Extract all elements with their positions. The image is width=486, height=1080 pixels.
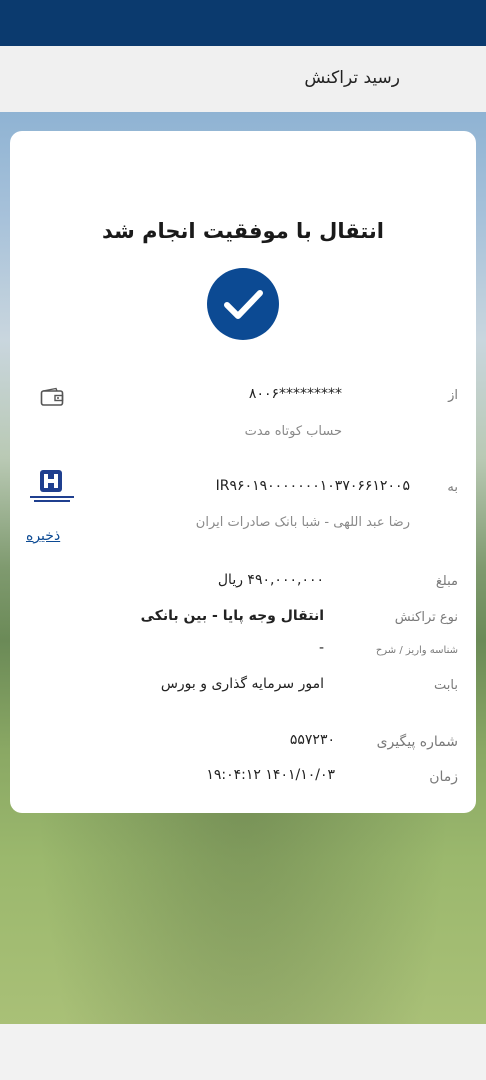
to-label: به xyxy=(447,480,458,495)
time-label: زمان xyxy=(429,769,458,785)
success-check-icon xyxy=(207,268,279,340)
deposit-id-value: - xyxy=(318,640,324,656)
to-owner-bank: رضا عبد اللهی - شبا بانک صادرات ایران xyxy=(195,515,410,530)
transaction-type-label: نوع تراکنش xyxy=(394,610,458,625)
amount-value: ۴۹۰,۰۰۰,۰۰۰ ریال xyxy=(217,572,324,588)
page-title: رسید تراکنش xyxy=(304,68,400,88)
to-iban: IR۹۶۰۱۹۰۰۰۰۰۰۰۱۰۳۷۰۶۶۱۲۰۰۵ xyxy=(215,478,410,494)
from-account: *********۸۰۰۶ xyxy=(248,386,342,402)
time-value: ۱۴۰۱/۱۰/۰۳ ۱۹:۰۴:۱۲ xyxy=(206,767,335,783)
tracking-value: ۵۵۷۲۳۰ xyxy=(289,732,335,748)
bottom-area xyxy=(0,1024,486,1080)
status-bar xyxy=(0,0,486,46)
wallet-icon xyxy=(40,387,64,407)
purpose-value: امور سرمایه گذاری و بورس xyxy=(160,676,324,692)
from-account-type: حساب کوتاه مدت xyxy=(244,424,342,439)
app-header: رسید تراکنش xyxy=(0,46,486,113)
transaction-type-value: انتقال وجه پایا - بین بانکی xyxy=(140,608,324,624)
success-message: انتقال با موفقیت انجام شد xyxy=(101,219,384,243)
deposit-id-label: شناسه واریز / شرح xyxy=(375,645,458,656)
from-label: از xyxy=(448,388,458,403)
receipt-card: انتقال با موفقیت انجام شد از *********۸۰… xyxy=(10,131,476,813)
bank-saderat-logo xyxy=(26,468,78,508)
save-destination-link[interactable]: ذخیره xyxy=(26,528,60,544)
purpose-label: بابت xyxy=(434,678,458,693)
amount-label: مبلغ xyxy=(435,574,458,589)
tracking-label: شماره پیگیری xyxy=(376,734,458,750)
